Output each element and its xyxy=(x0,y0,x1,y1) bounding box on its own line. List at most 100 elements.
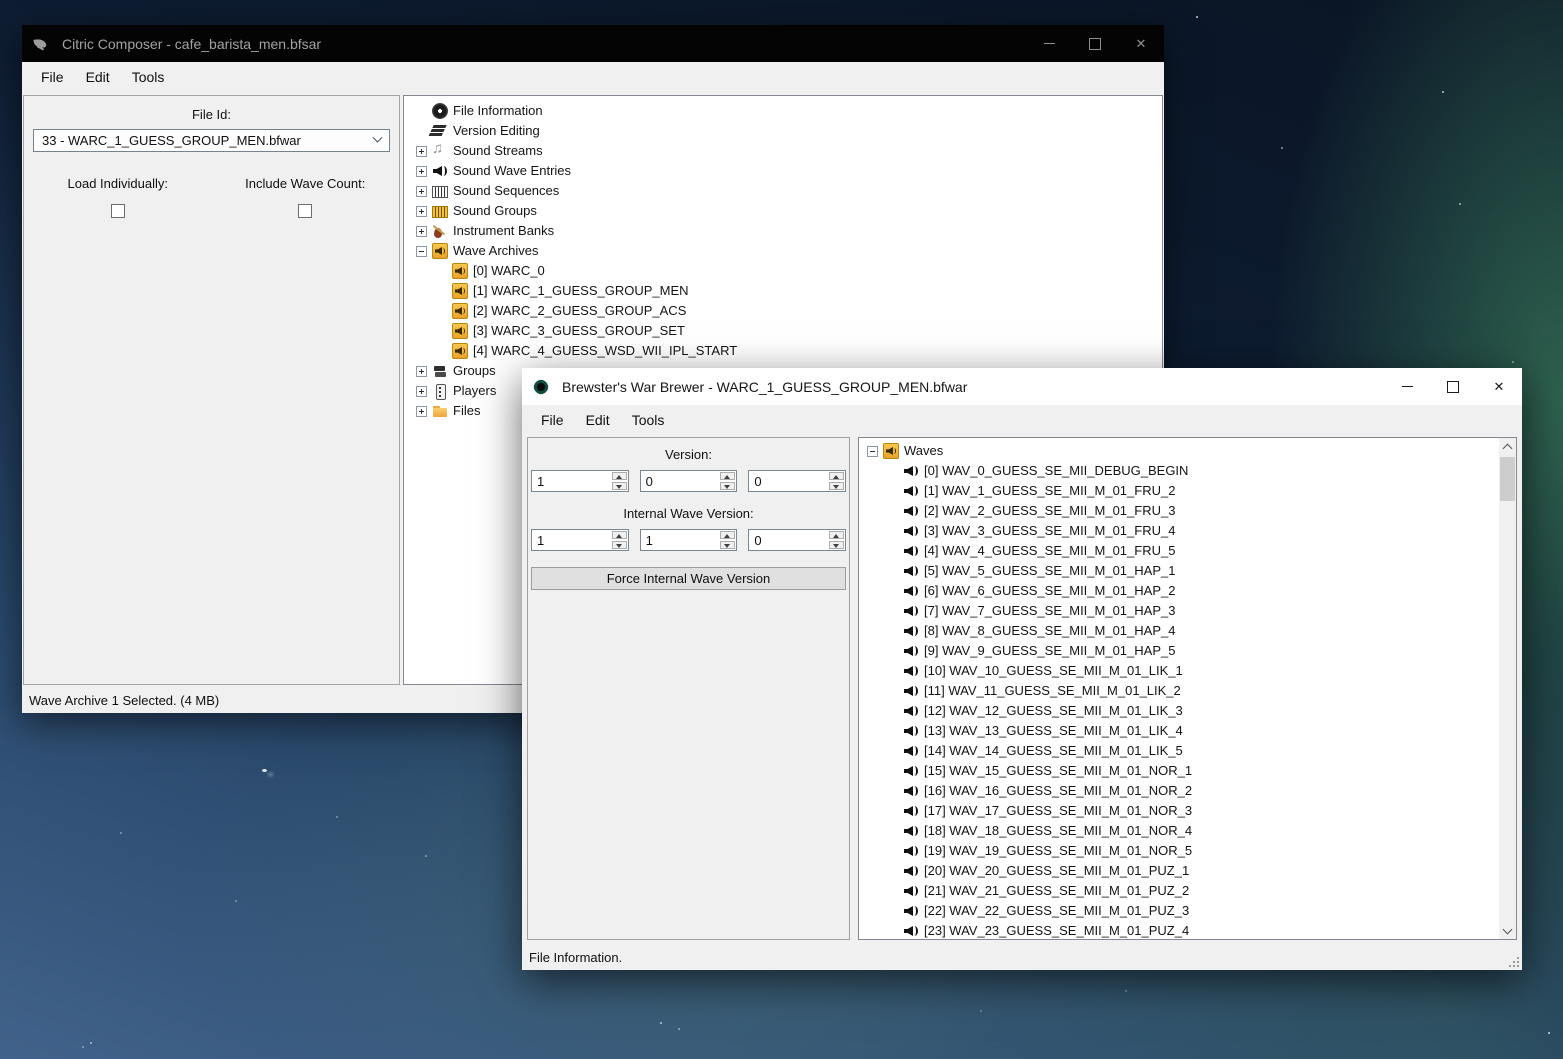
spinbox-value[interactable]: 1 xyxy=(532,471,611,491)
tree-item[interactable]: [14] WAV_14_GUESS_SE_MII_M_01_LIK_5 xyxy=(859,741,1499,761)
speaker-icon xyxy=(903,823,919,839)
spinbox-value[interactable]: 1 xyxy=(641,530,720,550)
tree-item-label: Version Editing xyxy=(453,123,540,138)
spinbox-value[interactable]: 0 xyxy=(749,471,828,491)
spin-up-icon[interactable] xyxy=(612,472,627,480)
speaker-icon xyxy=(903,683,919,699)
menu-tools[interactable]: Tools xyxy=(621,407,676,433)
expander-plus-icon[interactable] xyxy=(416,366,427,377)
spin-down-icon[interactable] xyxy=(612,541,627,549)
spin-down-icon[interactable] xyxy=(720,482,735,490)
spinbox-buttons xyxy=(719,471,736,491)
tree-item[interactable]: Wave Archives xyxy=(404,241,1162,261)
tree-item[interactable]: File Information xyxy=(404,101,1162,121)
tree-item[interactable]: [17] WAV_17_GUESS_SE_MII_M_01_NOR_3 xyxy=(859,801,1499,821)
include-wave-count-label: Include Wave Count: xyxy=(245,176,365,191)
tree-item[interactable]: [8] WAV_8_GUESS_SE_MII_M_01_HAP_4 xyxy=(859,621,1499,641)
tree-item[interactable]: [0] WAV_0_GUESS_SE_MII_DEBUG_BEGIN xyxy=(859,461,1499,481)
spin-up-icon[interactable] xyxy=(720,531,735,539)
spin-up-icon[interactable] xyxy=(829,472,844,480)
menu-file[interactable]: File xyxy=(530,407,575,433)
tree-item[interactable]: [1] WARC_1_GUESS_GROUP_MEN xyxy=(404,281,1162,301)
tree-item[interactable]: Sound Streams xyxy=(404,141,1162,161)
vertical-scrollbar[interactable] xyxy=(1499,438,1516,939)
tree-item[interactable]: [0] WARC_0 xyxy=(404,261,1162,281)
speaker-icon xyxy=(903,743,919,759)
tree-item[interactable]: [16] WAV_16_GUESS_SE_MII_M_01_NOR_2 xyxy=(859,781,1499,801)
tree-item[interactable]: [2] WARC_2_GUESS_GROUP_ACS xyxy=(404,301,1162,321)
tree-item[interactable]: [5] WAV_5_GUESS_SE_MII_M_01_HAP_1 xyxy=(859,561,1499,581)
tree-item-label: Sound Sequences xyxy=(453,183,559,198)
expander-plus-icon[interactable] xyxy=(416,226,427,237)
tree-item[interactable]: [9] WAV_9_GUESS_SE_MII_M_01_HAP_5 xyxy=(859,641,1499,661)
tree-item[interactable]: [4] WARC_4_GUESS_WSD_WII_IPL_START xyxy=(404,341,1162,361)
scroll-down-icon[interactable] xyxy=(1499,922,1516,939)
tree-item[interactable]: [2] WAV_2_GUESS_SE_MII_M_01_FRU_3 xyxy=(859,501,1499,521)
tree-item-label: [19] WAV_19_GUESS_SE_MII_M_01_NOR_5 xyxy=(924,843,1192,858)
tree-item[interactable]: Waves xyxy=(859,441,1499,461)
menu-edit[interactable]: Edit xyxy=(75,64,121,90)
expander-plus-icon[interactable] xyxy=(416,406,427,417)
tree-item[interactable]: [6] WAV_6_GUESS_SE_MII_M_01_HAP_2 xyxy=(859,581,1499,601)
tree-item[interactable]: Version Editing xyxy=(404,121,1162,141)
close-icon[interactable] xyxy=(1118,25,1164,62)
tree-item[interactable]: [18] WAV_18_GUESS_SE_MII_M_01_NOR_4 xyxy=(859,821,1499,841)
spinbox-value[interactable]: 0 xyxy=(749,530,828,550)
close-icon[interactable] xyxy=(1476,368,1522,405)
tree-item-label: Sound Streams xyxy=(453,143,543,158)
tree-item[interactable]: [21] WAV_21_GUESS_SE_MII_M_01_PUZ_2 xyxy=(859,881,1499,901)
minimize-icon[interactable] xyxy=(1026,25,1072,62)
tree-item[interactable]: [4] WAV_4_GUESS_SE_MII_M_01_FRU_5 xyxy=(859,541,1499,561)
maximize-icon[interactable] xyxy=(1072,25,1118,62)
menu-edit[interactable]: Edit xyxy=(575,407,621,433)
menu-tools[interactable]: Tools xyxy=(121,64,176,90)
spin-down-icon[interactable] xyxy=(829,541,844,549)
spinbox-value[interactable]: 0 xyxy=(641,471,720,491)
tree-item[interactable]: Sound Sequences xyxy=(404,181,1162,201)
tree-item[interactable]: [13] WAV_13_GUESS_SE_MII_M_01_LIK_4 xyxy=(859,721,1499,741)
include-wave-count-checkbox[interactable] xyxy=(298,204,312,218)
maximize-icon[interactable] xyxy=(1430,368,1476,405)
expander-plus-icon[interactable] xyxy=(416,186,427,197)
menu-file[interactable]: File xyxy=(30,64,75,90)
tree-item[interactable]: [10] WAV_10_GUESS_SE_MII_M_01_LIK_1 xyxy=(859,661,1499,681)
tree-item[interactable]: [15] WAV_15_GUESS_SE_MII_M_01_NOR_1 xyxy=(859,761,1499,781)
scrollbar-thumb[interactable] xyxy=(1500,457,1515,501)
resize-grip-icon[interactable] xyxy=(1507,955,1519,967)
tree-item[interactable]: Sound Wave Entries xyxy=(404,161,1162,181)
expander-plus-icon[interactable] xyxy=(416,166,427,177)
expander-plus-icon[interactable] xyxy=(416,386,427,397)
tree-item-label: [17] WAV_17_GUESS_SE_MII_M_01_NOR_3 xyxy=(924,803,1192,818)
load-individually-checkbox[interactable] xyxy=(111,204,125,218)
spin-down-icon[interactable] xyxy=(720,541,735,549)
tree-item[interactable]: [20] WAV_20_GUESS_SE_MII_M_01_PUZ_1 xyxy=(859,861,1499,881)
expander-minus-icon[interactable] xyxy=(867,446,878,457)
file-id-dropdown[interactable]: 33 - WARC_1_GUESS_GROUP_MEN.bfwar xyxy=(33,129,390,152)
minimize-icon[interactable] xyxy=(1384,368,1430,405)
expander-minus-icon[interactable] xyxy=(416,246,427,257)
tree-item[interactable]: Instrument Banks xyxy=(404,221,1162,241)
tree-item[interactable]: [12] WAV_12_GUESS_SE_MII_M_01_LIK_3 xyxy=(859,701,1499,721)
spin-down-icon[interactable] xyxy=(612,482,627,490)
spinbox-value[interactable]: 1 xyxy=(532,530,611,550)
tree-item[interactable]: [19] WAV_19_GUESS_SE_MII_M_01_NOR_5 xyxy=(859,841,1499,861)
tree-item-label: [1] WAV_1_GUESS_SE_MII_M_01_FRU_2 xyxy=(924,483,1175,498)
spin-down-icon[interactable] xyxy=(829,482,844,490)
tree-item[interactable]: Sound Groups xyxy=(404,201,1162,221)
expander-plus-icon[interactable] xyxy=(416,146,427,157)
spinbox: 0 xyxy=(640,470,738,492)
spin-up-icon[interactable] xyxy=(720,472,735,480)
expander-plus-icon[interactable] xyxy=(416,206,427,217)
tree-item[interactable]: [7] WAV_7_GUESS_SE_MII_M_01_HAP_3 xyxy=(859,601,1499,621)
tree-item[interactable]: [1] WAV_1_GUESS_SE_MII_M_01_FRU_2 xyxy=(859,481,1499,501)
scroll-up-icon[interactable] xyxy=(1499,438,1516,455)
spin-up-icon[interactable] xyxy=(829,531,844,539)
tree-item[interactable]: [22] WAV_22_GUESS_SE_MII_M_01_PUZ_3 xyxy=(859,901,1499,921)
tree-item[interactable]: [23] WAV_23_GUESS_SE_MII_M_01_PUZ_4 xyxy=(859,921,1499,939)
tree-item[interactable]: [3] WARC_3_GUESS_GROUP_SET xyxy=(404,321,1162,341)
spin-up-icon[interactable] xyxy=(612,531,627,539)
tree-item[interactable]: [3] WAV_3_GUESS_SE_MII_M_01_FRU_4 xyxy=(859,521,1499,541)
force-internal-wave-version-button[interactable]: Force Internal Wave Version xyxy=(531,567,846,590)
tree-item[interactable]: [11] WAV_11_GUESS_SE_MII_M_01_LIK_2 xyxy=(859,681,1499,701)
status-text: Wave Archive 1 Selected. (4 MB) xyxy=(29,693,219,708)
